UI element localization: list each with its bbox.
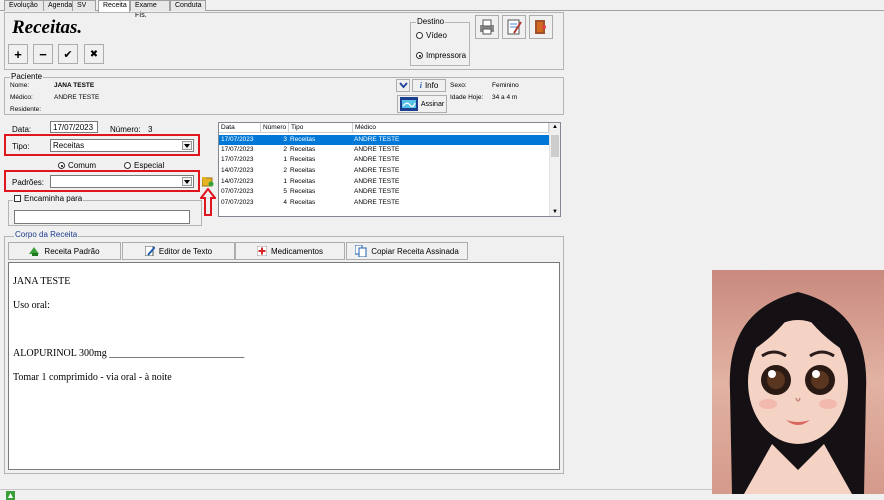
exit-button[interactable]	[529, 15, 553, 39]
radio-circle-icon	[416, 32, 423, 39]
table-row[interactable]: 17/07/2023 2 Receitas ANDRE TESTE	[219, 145, 549, 155]
scroll-up-icon[interactable]: ▲	[552, 124, 558, 130]
destino-legend: Destino	[416, 17, 446, 26]
tab-agenda[interactable]: Agenda	[43, 0, 73, 11]
tab-conduta[interactable]: Conduta	[170, 0, 206, 11]
sexo-value: Feminino	[492, 82, 519, 89]
edit-pencil-icon	[144, 246, 155, 256]
tipo-select[interactable]: Receitas	[50, 139, 194, 152]
table-row[interactable]: 14/07/2023 1 Receitas ANDRE TESTE	[219, 177, 549, 187]
grid-header-data[interactable]: Data	[219, 123, 261, 133]
avatar-portrait-icon	[729, 292, 867, 494]
dropdown-arrow-icon[interactable]	[182, 141, 192, 150]
nome-label: Nome:	[10, 82, 30, 89]
table-row[interactable]: 17/07/2023 3 Receitas ANDRE TESTE	[219, 135, 549, 145]
padroes-select[interactable]	[50, 175, 194, 188]
tipo-value: Receitas	[53, 141, 85, 150]
signature-icon	[399, 97, 418, 111]
receita-padrao-button[interactable]: Receita Padrão	[8, 242, 121, 260]
info-button[interactable]: i Info	[412, 79, 446, 92]
destino-video-radio[interactable]: Vídeo	[416, 31, 447, 40]
sexo-label: Sexo:	[450, 82, 467, 89]
scroll-thumb[interactable]	[551, 135, 559, 157]
status-icon	[6, 491, 15, 500]
grid-scrollbar[interactable]: ▲ ▼	[549, 123, 560, 216]
tab-evolucao[interactable]: Evolução	[4, 0, 44, 11]
editor-line-patient: JANA TESTE	[13, 276, 71, 287]
encaminha-field[interactable]	[14, 210, 190, 224]
assinar-button[interactable]: Assinar	[397, 95, 447, 113]
doctor-name: ANDRE TESTE	[54, 94, 100, 101]
paciente-legend: Paciente	[10, 72, 44, 81]
idade-label: Idade Hoje:	[450, 94, 484, 101]
cancel-button[interactable]: ✖	[84, 44, 104, 64]
tab-strip: Evolução Agenda SV Receita Exame Fís. Co…	[0, 0, 884, 19]
table-row[interactable]: 07/07/2023 5 Receitas ANDRE TESTE	[219, 187, 549, 197]
editor-texto-button[interactable]: Editor de Texto	[122, 242, 235, 260]
data-field[interactable]: 17/07/2023	[50, 121, 98, 133]
table-row[interactable]: 07/07/2023 4 Receitas ANDRE TESTE	[219, 198, 549, 208]
tab-sv[interactable]: SV	[72, 0, 96, 11]
editor-line-uso: Uso oral:	[13, 300, 50, 311]
expand-button[interactable]	[396, 79, 410, 92]
comum-radio[interactable]: Comum	[58, 161, 96, 170]
dropdown-arrow-icon[interactable]	[182, 177, 192, 186]
table-row[interactable]: 14/07/2023 2 Receitas ANDRE TESTE	[219, 166, 549, 176]
idade-value: 34 a 4 m	[492, 94, 518, 101]
confirm-button[interactable]: ✔	[58, 44, 78, 64]
page-title: Receitas.	[12, 17, 83, 38]
checkbox-icon	[14, 195, 21, 202]
copiar-receita-button[interactable]: Copiar Receita Assinada	[346, 242, 468, 260]
patient-name: JANA TESTE	[54, 82, 95, 89]
scroll-down-icon[interactable]: ▼	[552, 209, 558, 215]
remove-button[interactable]: −	[33, 44, 53, 64]
grid-header-tipo[interactable]: Tipo	[289, 123, 353, 133]
editor-line-posologia: Tomar 1 comprimido - via oral - à noite	[13, 372, 172, 383]
corpo-receita-legend: Corpo da Receita	[14, 230, 79, 239]
radio-selected-icon	[416, 52, 423, 59]
grid-header-medico[interactable]: Médico	[353, 123, 549, 133]
data-label: Data:	[12, 125, 32, 134]
printer-icon	[480, 19, 494, 35]
door-exit-icon	[535, 20, 546, 34]
destino-impressora-radio[interactable]: Impressora	[416, 51, 466, 60]
copy-icon	[355, 245, 367, 257]
add-padrao-button[interactable]	[201, 176, 214, 187]
receita-padrao-icon	[29, 247, 40, 256]
padroes-label: Padrões:	[12, 178, 45, 187]
encaminha-checkbox[interactable]: Encaminha para	[13, 194, 84, 203]
receita-text-editor[interactable]: JANA TESTE Uso oral: ALOPURINOL 300mg __…	[8, 262, 560, 470]
tab-exame-fis[interactable]: Exame Fís.	[130, 0, 170, 19]
chevron-down-icon	[398, 82, 408, 89]
medicamentos-button[interactable]: Medicamentos	[235, 242, 345, 260]
print-button[interactable]	[475, 15, 499, 39]
tab-receita[interactable]: Receita	[98, 0, 130, 12]
especial-radio[interactable]: Especial	[124, 161, 164, 170]
add-button[interactable]: +	[8, 44, 28, 64]
numero-value: 3	[148, 125, 153, 134]
table-row[interactable]: 17/07/2023 1 Receitas ANDRE TESTE	[219, 155, 549, 165]
medical-cross-icon	[256, 246, 267, 256]
radio-selected-icon	[58, 162, 65, 169]
webcam-portrait	[712, 270, 884, 494]
edit-document-button[interactable]	[502, 15, 526, 39]
info-icon: i	[419, 81, 422, 90]
medico-label: Médico:	[10, 94, 33, 101]
receitas-grid: Data Número Tipo Médico 17/07/2023 3 Recei…	[218, 122, 561, 217]
grid-header-numero[interactable]: Número	[261, 123, 289, 133]
numero-label: Número:	[110, 125, 141, 134]
red-arrow-annotation-icon	[200, 188, 216, 216]
residente-label: Residente:	[10, 106, 42, 113]
folder-add-icon	[201, 177, 214, 187]
radio-circle-icon	[124, 162, 131, 169]
document-edit-icon	[507, 19, 522, 35]
editor-line-medicamento: ALOPURINOL 300mg _______________________…	[13, 348, 245, 359]
tipo-label: Tipo:	[12, 142, 30, 151]
